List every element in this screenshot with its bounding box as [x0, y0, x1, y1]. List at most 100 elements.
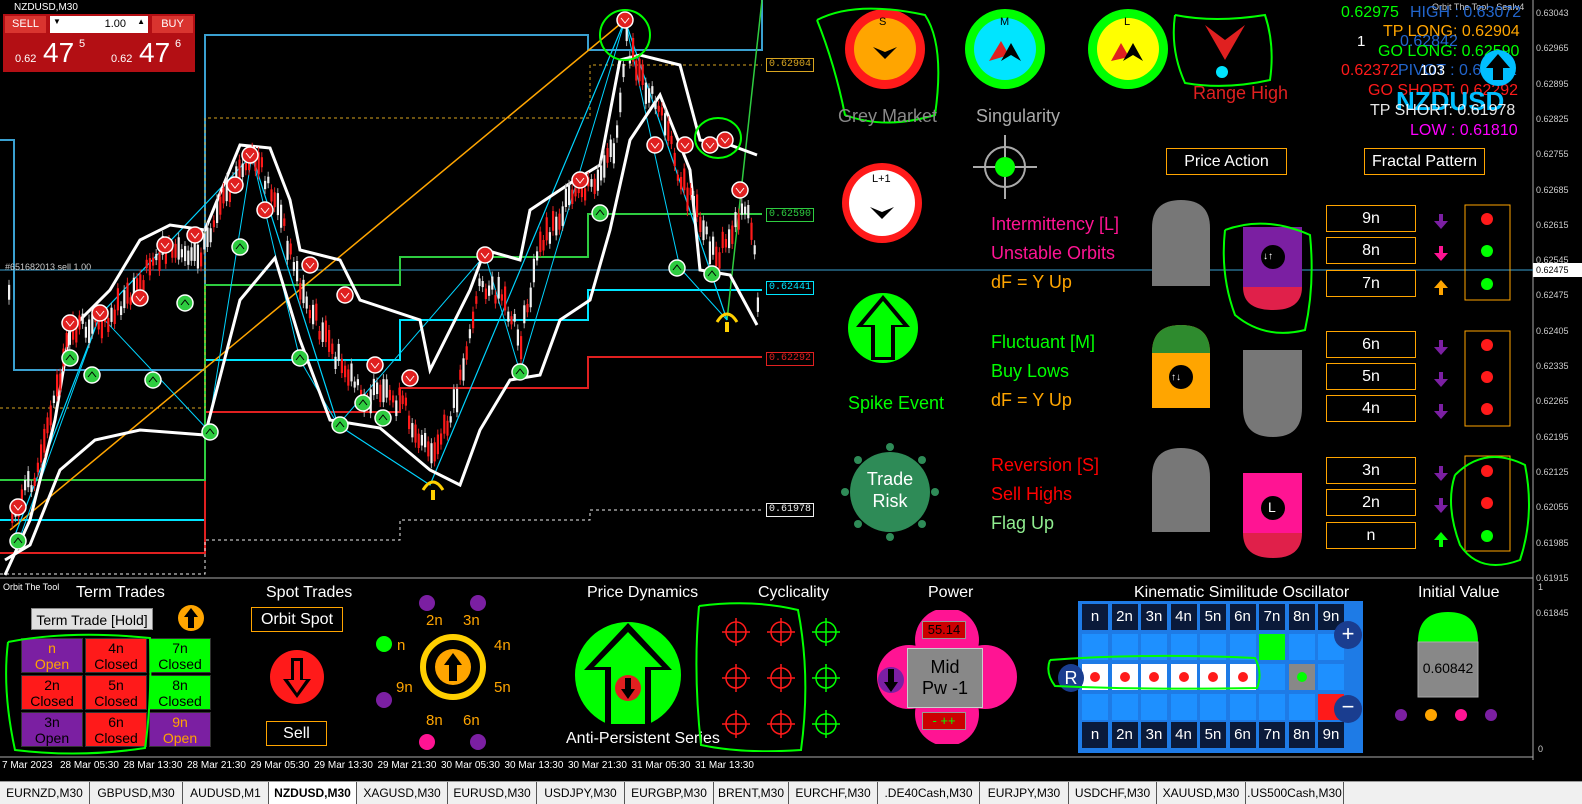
candle-body: [702, 220, 705, 241]
candle-body: [52, 395, 55, 404]
price-tick: 0.62195: [1536, 431, 1569, 442]
regime-title: Intermittency [L]: [991, 214, 1120, 234]
price-dynamics-up-icon: [575, 622, 681, 728]
orbit-spot-button[interactable]: Orbit Spot: [251, 607, 343, 632]
candle-body: [475, 296, 478, 304]
fractal-low-marker: [144, 371, 162, 389]
kso-minus-button[interactable]: −: [1334, 695, 1362, 723]
chart-tab[interactable]: EURGBP,M30: [625, 782, 714, 804]
term-trades-title: Term Trades: [76, 584, 165, 601]
candle-body: [555, 216, 558, 236]
orbit-box-8n[interactable]: 8n: [1326, 237, 1416, 264]
candle-body: [107, 318, 110, 332]
orbit-box-4n[interactable]: 4n: [1326, 395, 1416, 422]
candle-body: [497, 276, 500, 299]
kso-footer-cell: 4n: [1170, 722, 1197, 748]
chart-tab[interactable]: BRENT,M30: [714, 782, 789, 804]
fractal-high-marker: [401, 369, 419, 387]
candle-body: [686, 187, 689, 212]
candle-body: [100, 318, 103, 339]
candle-body: [273, 192, 276, 208]
sell-spot-button[interactable]: Sell: [266, 721, 327, 746]
buy-button[interactable]: BUY: [152, 16, 193, 33]
candle-body: [424, 432, 427, 448]
fractal-pattern-button[interactable]: Fractal Pattern: [1364, 148, 1485, 175]
price-tick: 0.62825: [1536, 113, 1569, 124]
orbit-box-2n[interactable]: 2n: [1326, 489, 1416, 516]
price-tick: 0.62685: [1536, 184, 1569, 195]
chart-tab[interactable]: USDCHF,M30: [1069, 782, 1157, 804]
price-tick: 0.62125: [1536, 466, 1569, 477]
candle-body: [696, 194, 699, 218]
chart-tab[interactable]: XAUUSD,M30: [1157, 782, 1246, 804]
kso-cell[interactable]: [1288, 664, 1315, 690]
candle-body: [286, 240, 289, 260]
chart-tab[interactable]: EURNZD,M30: [0, 782, 90, 804]
chart-tab[interactable]: .US500Cash,M30: [1246, 782, 1344, 804]
candle-body: [260, 157, 263, 168]
candle-body: [728, 229, 731, 249]
power-mid-label: Mid: [930, 657, 960, 677]
candle-body: [436, 434, 439, 455]
lot-input[interactable]: ▼ 1.00 ▲: [50, 16, 148, 33]
trade-risk-label: Trade Risk: [866, 469, 914, 511]
candle-body: [600, 165, 603, 181]
candle-body: [353, 381, 356, 388]
orbit-box-9n[interactable]: 9n: [1326, 205, 1416, 232]
chart-tab[interactable]: XAGUSD,M30: [357, 782, 448, 804]
orbit-box-7n[interactable]: 7n: [1326, 270, 1416, 297]
candle-body: [296, 261, 299, 282]
orbit-box-6n[interactable]: 6n: [1326, 331, 1416, 358]
orbit-box-3n[interactable]: 3n: [1326, 457, 1416, 484]
sell-button[interactable]: SELL: [5, 16, 46, 33]
m-circle-letter: M: [1000, 16, 1010, 28]
sub-window-title: Orbit The Tool: [3, 582, 60, 592]
orbit-label-8n: 8n: [426, 712, 443, 729]
term-up-arrow-icon[interactable]: [177, 604, 205, 632]
spike-event-label: Spike Event: [848, 393, 945, 413]
sell-price[interactable]: 0.62 47 5: [5, 35, 97, 70]
chart-tab[interactable]: AUDUSD,M1: [183, 782, 269, 804]
initial-value-title: Initial Value: [1418, 584, 1500, 601]
term-trade-hold-button[interactable]: Term Trade [Hold]: [31, 608, 153, 630]
candle-body: [350, 363, 353, 382]
price-action-button[interactable]: Price Action: [1166, 148, 1287, 175]
lot-decrease-icon[interactable]: ▼: [53, 17, 61, 26]
chart-tab[interactable]: .DE40Cash,M30: [878, 782, 980, 804]
candle-body: [532, 258, 535, 283]
chart-tab[interactable]: EURCHF,M30: [789, 782, 878, 804]
chart-tab[interactable]: GBPUSD,M30: [90, 782, 183, 804]
status-dot: [1481, 278, 1493, 290]
kso-cell[interactable]: [1288, 694, 1315, 720]
candle-body: [280, 204, 283, 228]
kso-plus-button[interactable]: +: [1334, 621, 1362, 649]
chart-tab[interactable]: NZDUSD,M30: [269, 782, 357, 804]
kso-cell[interactable]: [1318, 664, 1344, 690]
buy-price[interactable]: 0.62 47 6: [101, 35, 193, 70]
kso-highlight: [1047, 654, 1261, 690]
time-tick: 7 Mar 2023: [2, 760, 53, 771]
chart-tab[interactable]: EURUSD,M30: [448, 782, 537, 804]
candle-body: [644, 82, 647, 104]
grey-market-label: Grey Market: [838, 106, 938, 126]
chart-tab[interactable]: USDJPY,M30: [537, 782, 625, 804]
candle-body: [212, 220, 215, 228]
down-arrow-icon: [1434, 404, 1448, 419]
candle-body: [443, 414, 446, 434]
candle-body: [660, 107, 663, 116]
lot-increase-icon[interactable]: ▲: [137, 17, 145, 26]
candle-body: [459, 369, 462, 380]
order-line-label[interactable]: #651682013 sell 1.00: [5, 262, 91, 272]
candle-body: [324, 320, 327, 343]
candle-body: [382, 379, 385, 403]
candle-body: [209, 228, 212, 243]
candle-body: [481, 281, 484, 288]
fractal-low-marker: [668, 259, 686, 277]
candle-body: [676, 174, 679, 181]
candle-body: [446, 420, 449, 436]
chart-tab[interactable]: EURJPY,M30: [980, 782, 1069, 804]
kso-cell[interactable]: [1288, 634, 1315, 660]
orbit-box-5n[interactable]: 5n: [1326, 363, 1416, 390]
status-dot: [1481, 530, 1493, 542]
orbit-box-n[interactable]: n: [1326, 522, 1416, 549]
